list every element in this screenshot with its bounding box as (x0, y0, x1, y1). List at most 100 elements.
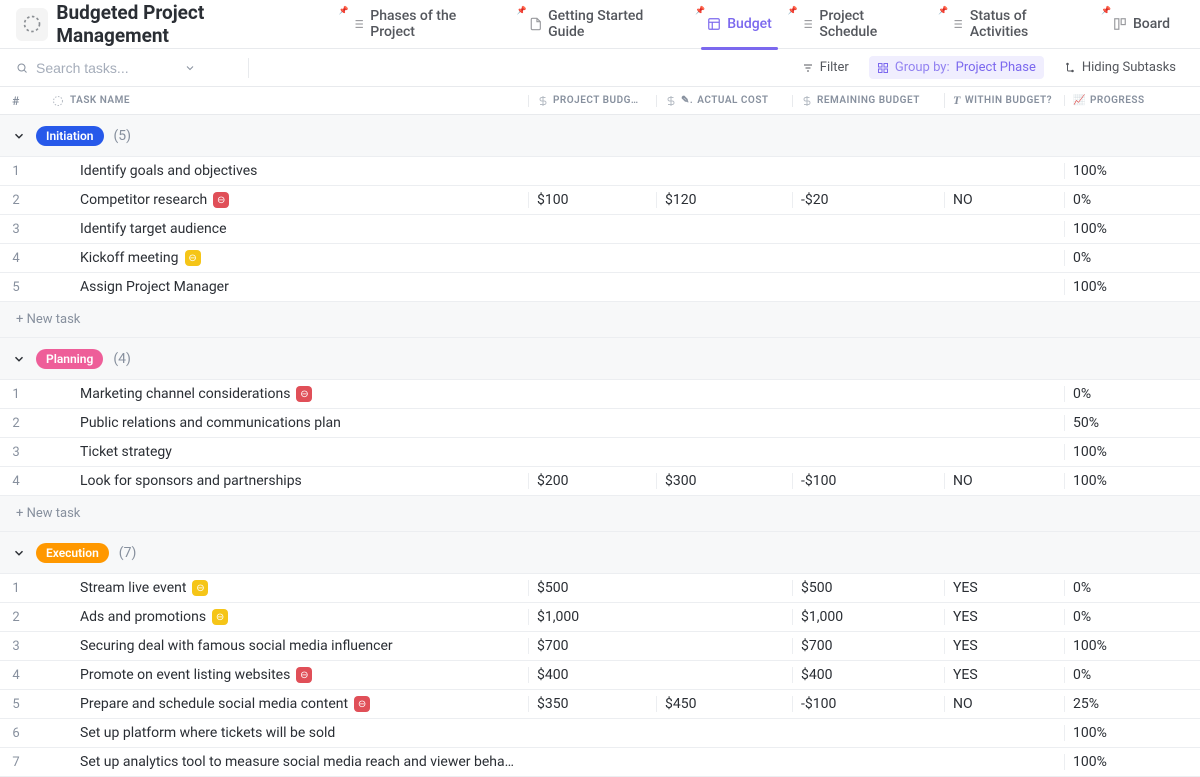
task-name-cell[interactable]: Ticket strategy (32, 444, 528, 460)
cell-progress[interactable]: 0% (1064, 667, 1200, 683)
tab-phases-of-the-project[interactable]: 📌Phases of the Project (337, 0, 515, 49)
cell-within-budget[interactable]: YES (944, 609, 1064, 625)
cell-remaining-budget[interactable]: -$100 (792, 696, 944, 712)
table-row[interactable]: 1Stream live event⊖$500$500YES0% (0, 574, 1200, 603)
table-row[interactable]: 6Set up platform where tickets will be s… (0, 719, 1200, 748)
cell-within-budget[interactable]: NO (944, 192, 1064, 208)
hiding-label: Hiding Subtasks (1082, 60, 1176, 75)
cell-progress[interactable]: 0% (1064, 250, 1200, 266)
cell-project-budget[interactable]: $500 (528, 580, 656, 596)
cell-project-budget[interactable]: $700 (528, 638, 656, 654)
table-row[interactable]: 5Prepare and schedule social media conte… (0, 690, 1200, 719)
cell-actual-cost[interactable]: $450 (656, 696, 792, 712)
table-row[interactable]: 1Marketing channel considerations⊖0% (0, 380, 1200, 409)
table-row[interactable]: 4Kickoff meeting⊖0% (0, 244, 1200, 273)
cell-within-budget[interactable]: NO (944, 473, 1064, 489)
cell-within-budget[interactable]: YES (944, 638, 1064, 654)
cell-progress[interactable]: 100% (1064, 638, 1200, 654)
chevron-down-icon[interactable] (12, 546, 26, 560)
cell-progress[interactable]: 100% (1064, 725, 1200, 741)
tab-project-schedule[interactable]: 📌Project Schedule (786, 0, 936, 49)
chevron-down-icon[interactable] (12, 352, 26, 366)
group-header-execution[interactable]: Execution(7) (0, 532, 1200, 574)
cell-project-budget[interactable]: $400 (528, 667, 656, 683)
cell-actual-cost[interactable]: $300 (656, 473, 792, 489)
cell-progress[interactable]: 100% (1064, 444, 1200, 460)
cell-remaining-budget[interactable]: -$100 (792, 473, 944, 489)
cell-progress[interactable]: 0% (1064, 192, 1200, 208)
cell-remaining-budget[interactable]: -$20 (792, 192, 944, 208)
table-row[interactable]: 5Assign Project Manager100% (0, 273, 1200, 302)
group-header-planning[interactable]: Planning(4) (0, 338, 1200, 380)
table-row[interactable]: 4Look for sponsors and partnerships$200$… (0, 467, 1200, 496)
col-project-budget[interactable]: PROJECT BUDG… (528, 95, 656, 107)
cell-progress[interactable]: 100% (1064, 221, 1200, 237)
col-progress[interactable]: 📈 PROGRESS (1064, 95, 1200, 106)
table-row[interactable]: 2Competitor research⊖$100$120-$20NO0% (0, 186, 1200, 215)
table-row[interactable]: 3Securing deal with famous social media … (0, 632, 1200, 661)
cell-project-budget[interactable]: $200 (528, 473, 656, 489)
task-name-cell[interactable]: Prepare and schedule social media conten… (32, 696, 528, 712)
task-name-cell[interactable]: Identify goals and objectives (32, 163, 528, 179)
cell-progress[interactable]: 0% (1064, 580, 1200, 596)
search-input[interactable] (36, 60, 176, 76)
cell-progress[interactable]: 50% (1064, 415, 1200, 431)
cell-progress[interactable]: 100% (1064, 163, 1200, 179)
cell-progress[interactable]: 100% (1064, 473, 1200, 489)
new-task-button[interactable]: + New task (0, 302, 1200, 338)
task-name-cell[interactable]: Promote on event listing websites⊖ (32, 667, 528, 683)
group-header-initiation[interactable]: Initiation(5) (0, 115, 1200, 157)
cell-within-budget[interactable]: YES (944, 580, 1064, 596)
table-row[interactable]: 1Identify goals and objectives100% (0, 157, 1200, 186)
task-name-cell[interactable]: Public relations and communications plan (32, 415, 528, 431)
task-name: Kickoff meeting (80, 250, 179, 266)
table-row[interactable]: 2Public relations and communications pla… (0, 409, 1200, 438)
col-taskname[interactable]: TASK NAME (32, 95, 528, 107)
cell-remaining-budget[interactable]: $500 (792, 580, 944, 596)
cell-remaining-budget[interactable]: $1,000 (792, 609, 944, 625)
cell-progress[interactable]: 0% (1064, 609, 1200, 625)
chevron-down-icon[interactable] (184, 62, 196, 74)
task-name-cell[interactable]: Set up analytics tool to measure social … (32, 754, 528, 770)
table-row[interactable]: 4Promote on event listing websites⊖$400$… (0, 661, 1200, 690)
col-remaining-budget[interactable]: REMAINING BUDGET (792, 95, 944, 107)
tab-budget[interactable]: 📌Budget (693, 0, 786, 49)
cell-progress[interactable]: 100% (1064, 754, 1200, 770)
hiding-subtasks-button[interactable]: Hiding Subtasks (1056, 56, 1184, 79)
task-name-cell[interactable]: Competitor research⊖ (32, 192, 528, 208)
table-body: Initiation(5)1Identify goals and objecti… (0, 115, 1200, 777)
cell-remaining-budget[interactable]: $700 (792, 638, 944, 654)
tab-board[interactable]: 📌Board (1099, 0, 1184, 49)
col-actual-cost[interactable]: ✎. ACTUAL COST (656, 95, 792, 107)
cell-progress[interactable]: 0% (1064, 386, 1200, 402)
task-name-cell[interactable]: Look for sponsors and partnerships (32, 473, 528, 489)
cell-project-budget[interactable]: $100 (528, 192, 656, 208)
task-name-cell[interactable]: Stream live event⊖ (32, 580, 528, 596)
filter-button[interactable]: Filter (794, 56, 857, 79)
tab-status-of-activities[interactable]: 📌Status of Activities (936, 0, 1099, 49)
cell-project-budget[interactable]: $1,000 (528, 609, 656, 625)
task-name-cell[interactable]: Ads and promotions⊖ (32, 609, 528, 625)
chevron-down-icon[interactable] (12, 129, 26, 143)
table-row[interactable]: 3Identify target audience100% (0, 215, 1200, 244)
cell-within-budget[interactable]: NO (944, 696, 1064, 712)
col-within-budget[interactable]: T WITHIN BUDGET? (944, 93, 1064, 108)
group-by-button[interactable]: Group by: Project Phase (869, 56, 1044, 79)
task-name-cell[interactable]: Marketing channel considerations⊖ (32, 386, 528, 402)
cell-project-budget[interactable]: $350 (528, 696, 656, 712)
task-name-cell[interactable]: Set up platform where tickets will be so… (32, 725, 528, 741)
table-row[interactable]: 7Set up analytics tool to measure social… (0, 748, 1200, 777)
task-name-cell[interactable]: Kickoff meeting⊖ (32, 250, 528, 266)
task-name-cell[interactable]: Securing deal with famous social media i… (32, 638, 528, 654)
table-row[interactable]: 2Ads and promotions⊖$1,000$1,000YES0% (0, 603, 1200, 632)
task-name-cell[interactable]: Assign Project Manager (32, 279, 528, 295)
new-task-button[interactable]: + New task (0, 496, 1200, 532)
cell-within-budget[interactable]: YES (944, 667, 1064, 683)
cell-progress[interactable]: 100% (1064, 279, 1200, 295)
table-row[interactable]: 3Ticket strategy100% (0, 438, 1200, 467)
cell-remaining-budget[interactable]: $400 (792, 667, 944, 683)
task-name-cell[interactable]: Identify target audience (32, 221, 528, 237)
cell-actual-cost[interactable]: $120 (656, 192, 792, 208)
tab-getting-started-guide[interactable]: 📌Getting Started Guide (515, 0, 694, 49)
cell-progress[interactable]: 25% (1064, 696, 1200, 712)
